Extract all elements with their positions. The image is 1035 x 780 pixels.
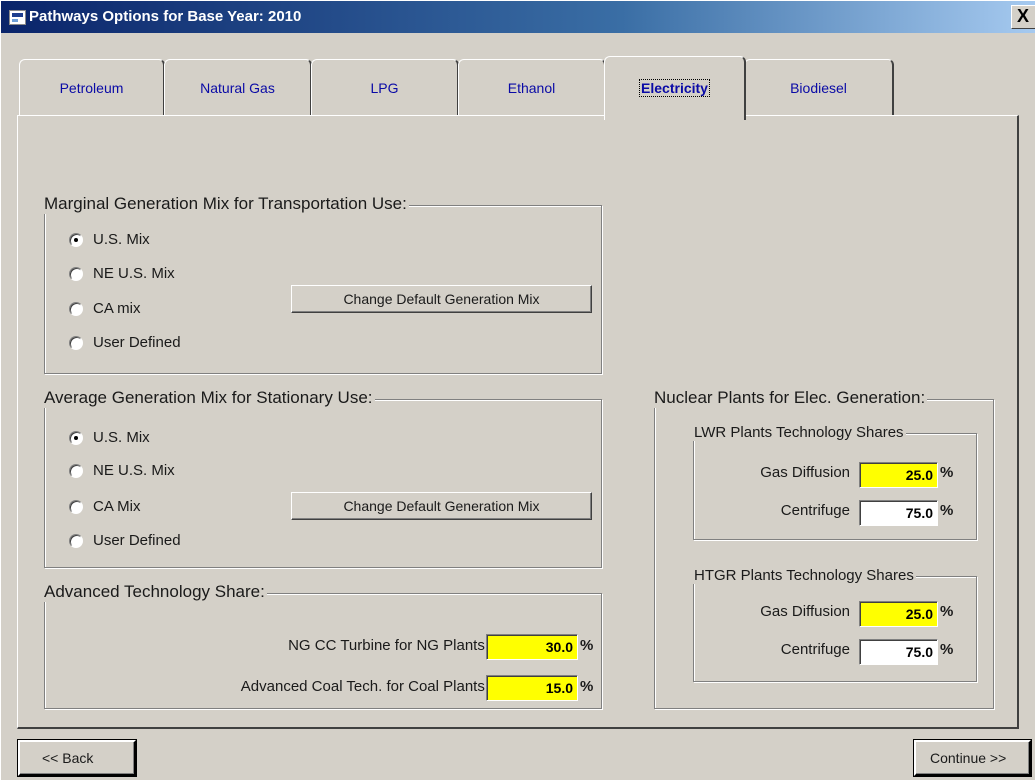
group-title: Nuclear Plants for Elec. Generation: (652, 388, 928, 408)
lwr-gas-diffusion-input[interactable]: 25.0 (859, 462, 938, 488)
change-average-mix-button[interactable]: Change Default Generation Mix (291, 492, 592, 520)
advanced-coal-input[interactable]: 15.0 (486, 675, 578, 701)
lwr-technology-group: LWR Plants Technology Shares Gas Diffusi… (692, 424, 977, 540)
back-button[interactable]: << Back (18, 740, 136, 776)
radio-label: U.S. Mix (93, 231, 150, 248)
lwr-centrifuge-label: Centrifuge (780, 502, 850, 519)
radio-label: User Defined (93, 334, 181, 351)
htgr-centrifuge-label: Centrifuge (780, 641, 850, 658)
percent-label: % (940, 502, 954, 519)
radio-label: CA Mix (93, 498, 141, 515)
radio-button[interactable] (69, 534, 83, 548)
percent-label: % (940, 464, 954, 481)
title-bar: Pathways Options for Base Year: 2010 X (1, 1, 1035, 33)
tab-electricity[interactable]: Electricity (604, 56, 746, 120)
group-title: Marginal Generation Mix for Transportati… (42, 194, 409, 214)
htgr-gas-diffusion-label: Gas Diffusion (760, 603, 850, 620)
marginal-mix-group: Marginal Generation Mix for Transportati… (42, 194, 602, 374)
radio-label: U.S. Mix (93, 429, 150, 446)
radio-button[interactable] (69, 464, 83, 478)
tab-natural-gas[interactable]: Natural Gas (164, 59, 312, 115)
advanced-coal-label: Advanced Coal Tech. for Coal Plants: (240, 678, 489, 695)
percent-label: % (940, 641, 954, 658)
tab-ethanol[interactable]: Ethanol (458, 59, 606, 115)
group-title: Average Generation Mix for Stationary Us… (42, 388, 375, 408)
tab-label: Natural Gas (200, 80, 275, 96)
htgr-gas-diffusion-input[interactable]: 25.0 (859, 601, 938, 627)
subgroup-title: HTGR Plants Technology Shares (692, 567, 916, 584)
radio-button[interactable] (69, 431, 83, 445)
percent-label: % (940, 603, 954, 620)
app-icon (9, 10, 26, 25)
pathways-options-window: Pathways Options for Base Year: 2010 X P… (0, 0, 1035, 780)
radio-label: NE U.S. Mix (93, 462, 175, 479)
tab-lpg[interactable]: LPG (311, 59, 459, 115)
tab-petroleum[interactable]: Petroleum (19, 59, 165, 115)
close-button[interactable]: X (1011, 5, 1035, 29)
tab-label: Petroleum (59, 80, 124, 96)
radio-label: User Defined (93, 532, 181, 549)
tab-label: LPG (370, 80, 399, 96)
lwr-gas-diffusion-label: Gas Diffusion (760, 464, 850, 481)
radio-button[interactable] (69, 302, 83, 316)
continue-button[interactable]: Continue >> (914, 740, 1031, 776)
ng-cc-turbine-input[interactable]: 30.0 (486, 634, 578, 660)
average-mix-group: Average Generation Mix for Stationary Us… (42, 388, 602, 568)
tab-label: Biodiesel (790, 80, 847, 96)
radio-button[interactable] (69, 336, 83, 350)
percent-label: % (580, 678, 594, 695)
window-title: Pathways Options for Base Year: 2010 (29, 8, 302, 25)
ng-cc-turbine-label: NG CC Turbine for NG Plants: (288, 637, 489, 654)
group-title: Advanced Technology Share: (42, 582, 267, 602)
percent-label: % (580, 637, 594, 654)
radio-button[interactable] (69, 267, 83, 281)
tab-label: Electricity (639, 79, 710, 97)
tab-biodiesel[interactable]: Biodiesel (744, 59, 894, 115)
subgroup-title: LWR Plants Technology Shares (692, 424, 906, 441)
radio-button[interactable] (69, 500, 83, 514)
electricity-tab-panel: Marginal Generation Mix for Transportati… (17, 115, 1019, 729)
radio-label: CA mix (93, 300, 141, 317)
lwr-centrifuge-input[interactable]: 75.0 (859, 500, 938, 526)
radio-button[interactable] (69, 233, 83, 247)
advanced-technology-group: Advanced Technology Share: NG CC Turbine… (42, 582, 602, 709)
tab-label: Ethanol (507, 80, 556, 96)
change-marginal-mix-button[interactable]: Change Default Generation Mix (291, 285, 592, 313)
htgr-centrifuge-input[interactable]: 75.0 (859, 639, 938, 665)
htgr-technology-group: HTGR Plants Technology Shares Gas Diffus… (692, 567, 977, 682)
radio-label: NE U.S. Mix (93, 265, 175, 282)
nuclear-plants-group: Nuclear Plants for Elec. Generation: LWR… (652, 388, 994, 709)
